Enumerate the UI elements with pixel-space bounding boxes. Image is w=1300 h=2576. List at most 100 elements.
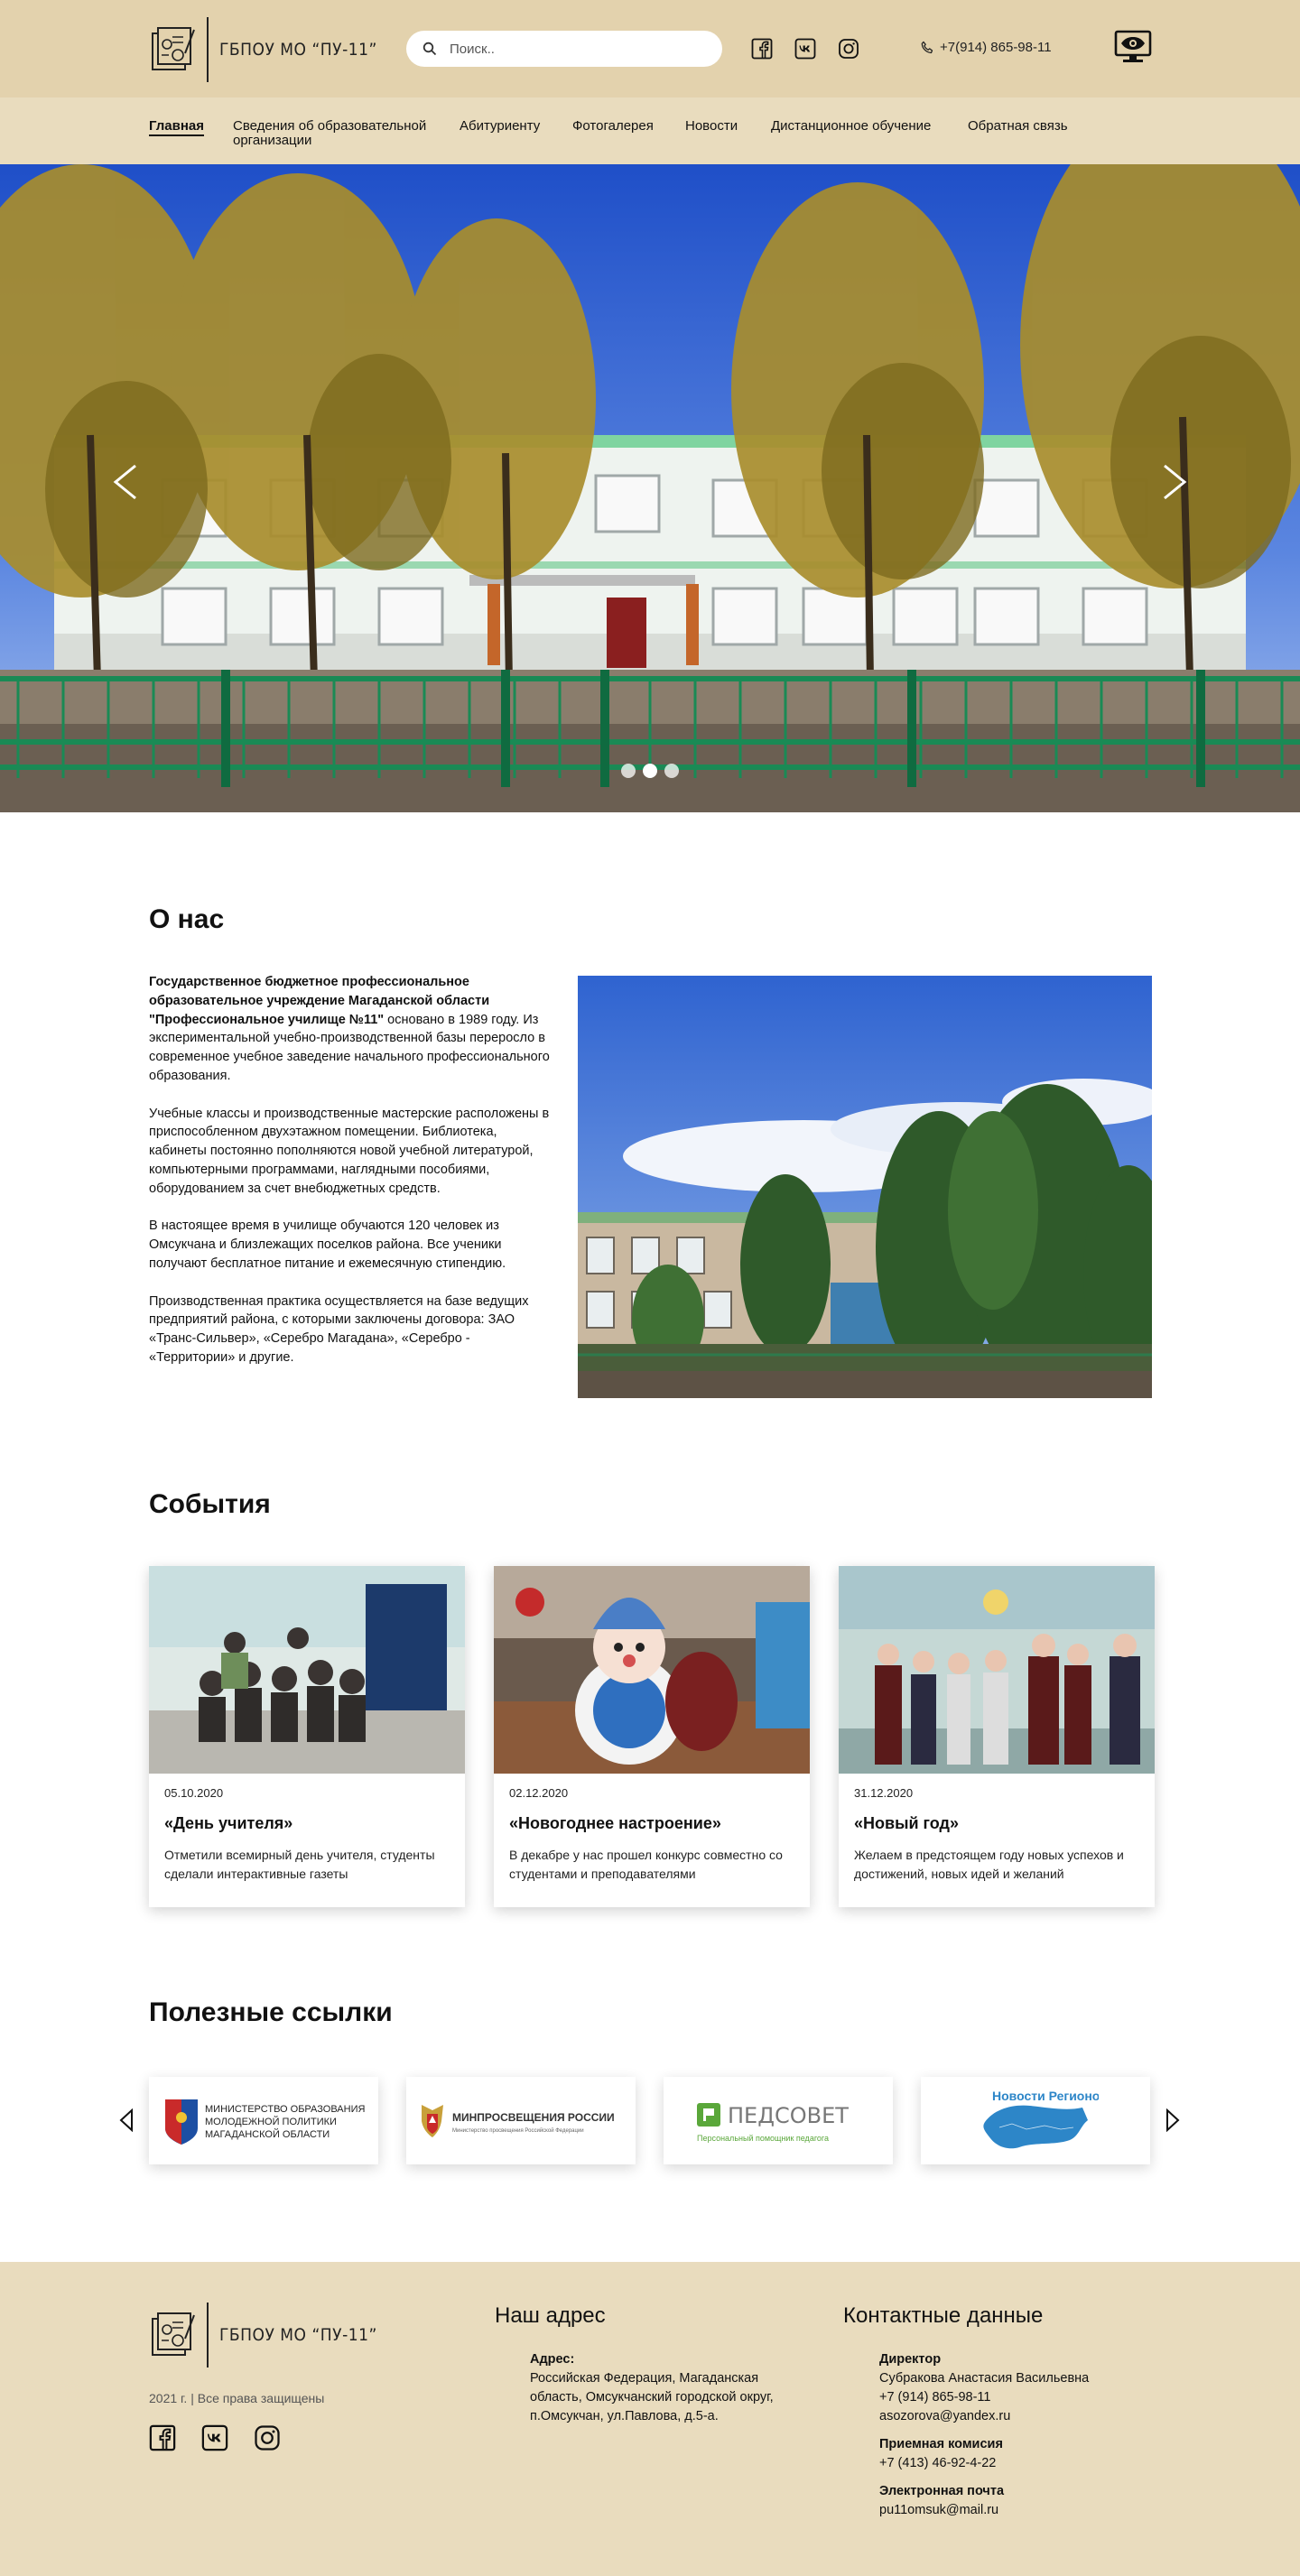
ministry-magadan-line1: МИНИСТЕРСТВО ОБРАЗОВАНИЯ И bbox=[205, 2104, 367, 2115]
admission-phone[interactable]: +7 (413) 46-92-4-22 bbox=[879, 2454, 1089, 2473]
novosti-regionov-logo: Новости Регионов bbox=[983, 2089, 1099, 2148]
minprosvescheniya-logo: МИНПРОСВЕЩЕНИЯ РОССИИ Министерство просв… bbox=[422, 2104, 615, 2137]
director-phone[interactable]: +7 (914) 865-98-11 bbox=[879, 2388, 1089, 2407]
event-text: Желаем в предстоящем году новых успехов … bbox=[854, 1848, 1124, 1881]
director-email-link[interactable]: asozorova@yandex.ru bbox=[879, 2409, 1010, 2423]
pedsovet-name: ПЕДСОВЕТ bbox=[728, 2103, 849, 2128]
instagram-icon[interactable] bbox=[838, 38, 859, 60]
contacts-block: Директор Субракова Анастасия Васильевна … bbox=[879, 2350, 1089, 2520]
nav-item-home[interactable]: Главная bbox=[149, 119, 205, 136]
email-label: Электронная почта bbox=[879, 2484, 1005, 2498]
nav-item-feedback[interactable]: Обратная связь bbox=[968, 119, 1068, 134]
header-socials bbox=[751, 38, 859, 60]
event-card[interactable]: 31.12.2020 «Новый год» Желаем в предстоя… bbox=[839, 1566, 1155, 1907]
nav-item-applicants[interactable]: Абитуриенту bbox=[460, 119, 540, 134]
event-date: 02.12.2020 bbox=[509, 1786, 569, 1800]
event-photo bbox=[839, 1566, 1155, 1774]
events-list: 05.10.2020 «День учителя» Отметили всеми… bbox=[149, 1566, 1155, 1907]
ministry-magadan-line2: МОЛОДЕЖНОЙ ПОЛИТИКИ bbox=[205, 2116, 337, 2127]
slider-prev-arrow-icon[interactable] bbox=[110, 462, 141, 502]
event-text: В декабре у нас прошел конкурс совместно… bbox=[509, 1848, 783, 1881]
admission-label: Приемная комисия bbox=[879, 2437, 1003, 2451]
facebook-icon[interactable] bbox=[751, 38, 773, 60]
slider-dot-active[interactable] bbox=[643, 764, 657, 778]
slider-dots bbox=[621, 764, 679, 778]
phone-icon bbox=[921, 41, 933, 53]
event-date: 05.10.2020 bbox=[164, 1786, 224, 1800]
logo-emblem-icon bbox=[152, 2312, 195, 2356]
email-link[interactable]: pu11omsuk@mail.ru bbox=[879, 2503, 998, 2517]
minprosvescheniya-name: МИНПРОСВЕЩЕНИЯ РОССИИ bbox=[452, 2111, 615, 2124]
header-phone[interactable]: +7(914) 865-98-11 bbox=[920, 40, 1052, 55]
slider-next-arrow-icon[interactable] bbox=[1159, 462, 1190, 502]
footer-logo[interactable]: ГБПОУ МО “ПУ-11” bbox=[149, 2303, 377, 2368]
slider-dot[interactable] bbox=[664, 764, 679, 778]
main-nav: Главная Сведения об образовательной орга… bbox=[0, 97, 1300, 164]
nav-item-news[interactable]: Новости bbox=[685, 119, 738, 134]
contacts-title: Контактные данные bbox=[843, 2303, 1044, 2328]
search-box[interactable] bbox=[406, 31, 722, 67]
slider-dot[interactable] bbox=[621, 764, 636, 778]
event-date: 31.12.2020 bbox=[854, 1786, 914, 1800]
instagram-icon[interactable] bbox=[254, 2424, 281, 2451]
logo-text: ГБПОУ МО “ПУ-11” bbox=[219, 40, 377, 60]
logo-divider bbox=[207, 17, 209, 82]
site-logo[interactable]: ГБПОУ МО “ПУ-11” bbox=[149, 17, 377, 82]
about-paragraph: Учебные классы и производственные мастер… bbox=[149, 1106, 550, 1196]
search-icon bbox=[422, 42, 437, 56]
links-next-arrow-icon[interactable] bbox=[1165, 2108, 1181, 2132]
director-name: Субракова Анастасия Васильевна bbox=[879, 2371, 1090, 2386]
novosti-regionov-name: Новости Регионов bbox=[992, 2089, 1099, 2103]
hero-school-photo bbox=[0, 164, 1300, 812]
vk-icon[interactable] bbox=[201, 2424, 228, 2451]
link-card-minprosvescheniya[interactable]: МИНПРОСВЕЩЕНИЯ РОССИИ Министерство просв… bbox=[406, 2077, 636, 2164]
search-input[interactable] bbox=[450, 41, 711, 57]
nav-item-gallery[interactable]: Фотогалерея bbox=[572, 119, 654, 134]
events-title: События bbox=[149, 1489, 271, 1519]
event-photo bbox=[149, 1566, 465, 1774]
about-paragraph: В настоящее время в училище обучаются 12… bbox=[149, 1219, 506, 1271]
pedsovet-logo: ПЕДСОВЕТ Персональный помощник педагога bbox=[697, 2102, 849, 2143]
event-title: «Новый год» bbox=[854, 1814, 959, 1832]
event-text: Отметили всемирный день учителя, студент… bbox=[164, 1848, 435, 1881]
hero-slider bbox=[0, 164, 1300, 812]
logo-emblem-icon bbox=[152, 27, 195, 70]
link-card-novosti-regionov[interactable]: Новости Регионов bbox=[921, 2077, 1150, 2164]
vk-icon[interactable] bbox=[794, 38, 816, 60]
pedsovet-sub: Персональный помощник педагога bbox=[697, 2134, 829, 2143]
address-line: область, Омсукчанский городской округ, bbox=[530, 2390, 774, 2405]
ministry-magadan-logo: МИНИСТЕРСТВО ОБРАЗОВАНИЯ И МОЛОДЕЖНОЙ ПО… bbox=[165, 2099, 367, 2145]
about-paragraph: Государственное бюджетное профессиональн… bbox=[149, 973, 557, 1086]
phone-number: +7(914) 865-98-11 bbox=[940, 40, 1052, 55]
link-card-pedsovet[interactable]: ПЕДСОВЕТ Персональный помощник педагога bbox=[664, 2077, 893, 2164]
about-paragraph: Производственная практика осуществляется… bbox=[149, 1293, 529, 1365]
director-label: Директор bbox=[879, 2352, 942, 2367]
address-title: Наш адрес bbox=[495, 2303, 606, 2328]
site-header: ГБПОУ МО “ПУ-11” +7(914) 865-98-11 bbox=[0, 0, 1300, 97]
ministry-magadan-line3: МАГАДАНСКОЙ ОБЛАСТИ bbox=[205, 2128, 330, 2140]
accessibility-eye-icon[interactable] bbox=[1114, 30, 1152, 64]
event-photo bbox=[494, 1566, 810, 1774]
about-title: О нас bbox=[149, 904, 225, 934]
logo-divider bbox=[207, 2303, 209, 2368]
nav-item-distance-learning[interactable]: Дистанционное обучение bbox=[771, 119, 931, 134]
address-line: Российская Федерация, Магаданская bbox=[530, 2371, 759, 2386]
copyright-text: 2021 г. | Все права защищены bbox=[149, 2391, 325, 2405]
address-block: Адрес: Российская Федерация, Магаданская… bbox=[530, 2350, 774, 2426]
links-prev-arrow-icon[interactable] bbox=[118, 2108, 135, 2132]
event-title: «День учителя» bbox=[164, 1814, 293, 1832]
event-card[interactable]: 05.10.2020 «День учителя» Отметили всеми… bbox=[149, 1566, 465, 1907]
address-label: Адрес: bbox=[530, 2352, 575, 2367]
links-title: Полезные ссылки bbox=[149, 1997, 393, 2027]
about-school-photo bbox=[578, 976, 1152, 1398]
footer-logo-text: ГБПОУ МО “ПУ-11” bbox=[219, 2325, 377, 2345]
nav-item-about-org[interactable]: Сведения об образовательной организации bbox=[233, 119, 442, 148]
minprosvescheniya-sub: Министерство просвещения Российской Феде… bbox=[452, 2127, 584, 2134]
footer-socials bbox=[149, 2424, 281, 2451]
site-footer: ГБПОУ МО “ПУ-11” 2021 г. | Все права защ… bbox=[0, 2262, 1300, 2576]
facebook-icon[interactable] bbox=[149, 2424, 176, 2451]
about-text: Государственное бюджетное профессиональн… bbox=[149, 973, 557, 1386]
link-card-ministry-magadan[interactable]: МИНИСТЕРСТВО ОБРАЗОВАНИЯ И МОЛОДЕЖНОЙ ПО… bbox=[149, 2077, 378, 2164]
event-card[interactable]: 02.12.2020 «Новогоднее настроение» В дек… bbox=[494, 1566, 810, 1907]
useful-links-list: МИНИСТЕРСТВО ОБРАЗОВАНИЯ И МОЛОДЕЖНОЙ ПО… bbox=[149, 2077, 1150, 2164]
